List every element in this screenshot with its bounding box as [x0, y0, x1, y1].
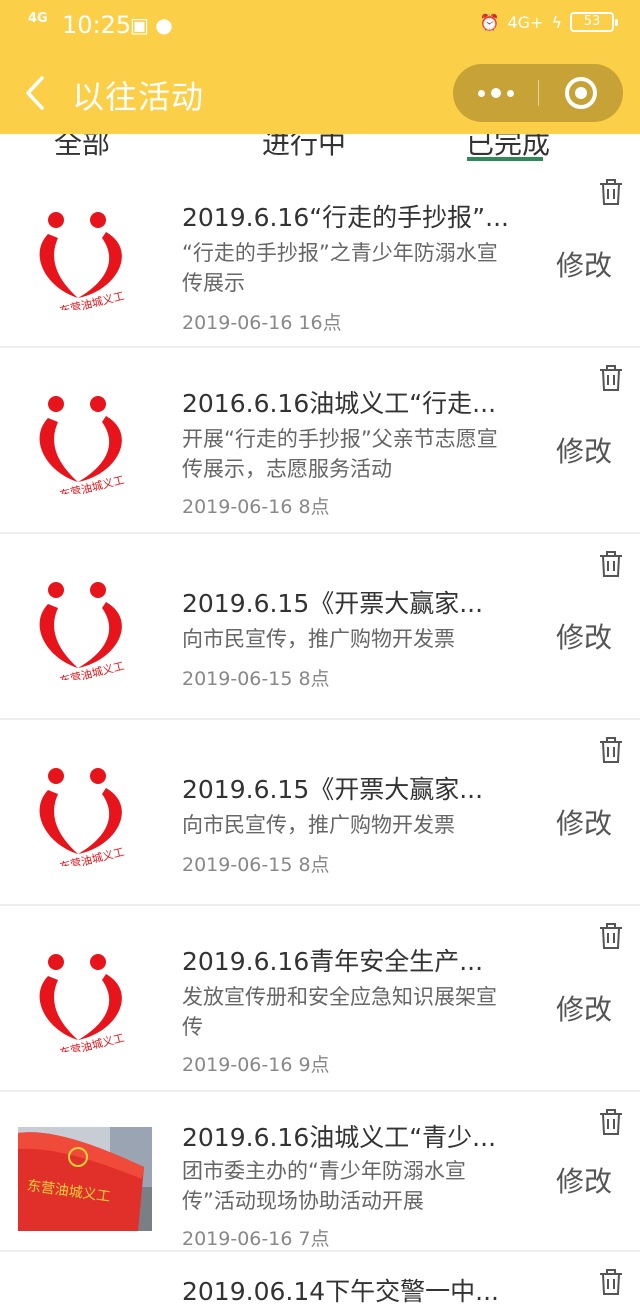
activity-list: 东营油城义工 2019.6.16“行走的手抄报”... “行走的手抄报”之青少年… [0, 162, 640, 1312]
page-title: 以往活动 [72, 78, 205, 116]
trash-icon [600, 737, 622, 763]
dot-icon [490, 88, 501, 98]
edit-button[interactable]: 修改 [556, 430, 612, 470]
activity-date: 2019-06-16 16点 [182, 312, 342, 334]
activity-title: 2019.6.15《开票大赢家... [182, 589, 484, 618]
activity-title: 2016.6.16油城义工“行走... [182, 389, 497, 418]
activity-item[interactable]: 东营油城义工 2019.6.16青年安全生产... 发放宣传册和安全应急知识展架… [0, 906, 640, 1092]
volunteer-logo: 东营油城义工 [18, 384, 152, 494]
trash-icon [600, 551, 622, 577]
trash-icon [600, 1269, 622, 1295]
activity-desc: 发放宣传册和安全应急知识展架宣传 [182, 985, 497, 1039]
volunteer-logo: 东营油城义工 [18, 756, 152, 866]
alarm-icon: ⏰ [479, 12, 500, 32]
trash-icon [600, 1109, 622, 1135]
status-right: ⏰ 4G+ ϟ 53 [479, 12, 618, 32]
dot-icon [477, 89, 485, 97]
volunteer-logo: 东营油城义工 [18, 200, 152, 310]
delete-button[interactable] [598, 364, 624, 392]
activity-date: 2019-06-15 8点 [182, 854, 330, 876]
edit-button[interactable]: 修改 [556, 802, 612, 842]
edit-button[interactable]: 修改 [556, 1160, 612, 1200]
status-bar: 4G 10:25 ▣ ● ⏰ 4G+ ϟ 53 [0, 0, 640, 52]
delete-button[interactable] [598, 178, 624, 206]
delete-button[interactable] [598, 550, 624, 578]
activity-photo: 东营油城义工 [18, 1124, 152, 1231]
edit-button[interactable]: 修改 [556, 616, 612, 656]
activity-date: 2019-06-16 9点 [182, 1054, 330, 1076]
activity-item[interactable]: 东营油城义工 2019.6.16“行走的手抄报”... “行走的手抄报”之青少年… [0, 162, 640, 348]
status-time: 10:25 [62, 11, 132, 39]
trash-icon [600, 923, 622, 949]
header: 4G 10:25 ▣ ● ⏰ 4G+ ϟ 53 以往活动 [0, 0, 640, 134]
capsule-divider [538, 80, 539, 106]
activity-date: 2019-06-16 8点 [182, 496, 330, 518]
volunteer-logo: 东营油城义工 [18, 942, 152, 1052]
activity-title: 2019.06.14下午交警一中... [182, 1277, 499, 1306]
miniprogram-capsule [453, 64, 623, 122]
activity-desc: 开展“行走的手抄报”父亲节志愿宣传展示，志愿服务活动 [182, 427, 498, 481]
dot-icon [506, 89, 514, 97]
tab-active-indicator [467, 157, 543, 161]
close-miniprogram-button[interactable] [565, 77, 597, 109]
volunteer-logo: 东营油城义工 [18, 570, 152, 680]
activity-title: 2019.6.15《开票大赢家... [182, 775, 484, 804]
chevron-left-icon [26, 76, 44, 110]
activity-date: 2019-06-16 7点 [182, 1228, 330, 1250]
delete-button[interactable] [598, 922, 624, 950]
activity-item[interactable]: 东营油城义工 2016.6.16油城义工“行走... 开展“行走的手抄报”父亲节… [0, 348, 640, 534]
activity-title: 2019.6.16青年安全生产... [182, 947, 484, 976]
delete-button[interactable] [598, 736, 624, 764]
delete-button[interactable] [598, 1108, 624, 1136]
edit-button[interactable]: 修改 [556, 244, 612, 284]
activity-desc: 团市委主办的“青少年防溺水宣传”活动现场协助活动开展 [182, 1159, 466, 1213]
more-menu-button[interactable] [453, 64, 538, 122]
activity-item[interactable]: 东营油城义工 2019.6.15《开票大赢家... 向市民宣传，推广购物开发票 … [0, 720, 640, 906]
activity-item[interactable]: 东营油城义工 2019.6.16油城义工“青少... 团市委主办的“青少年防溺水… [0, 1092, 640, 1252]
signal-indicator: 4G [28, 11, 48, 26]
activity-date: 2019-06-15 8点 [182, 668, 330, 690]
activity-title: 2019.6.16油城义工“青少... [182, 1123, 497, 1152]
trash-icon [600, 179, 622, 205]
edit-button[interactable]: 修改 [556, 988, 612, 1028]
charging-icon: ϟ [551, 12, 562, 32]
back-button[interactable] [22, 74, 48, 112]
battery-icon: 53 [570, 12, 618, 32]
network-type: 4G+ [507, 12, 544, 32]
activity-item[interactable]: 2019.06.14下午交警一中... [0, 1252, 640, 1312]
notification-icons: ▣ ● [130, 13, 173, 37]
activity-title: 2019.6.16“行走的手抄报”... [182, 203, 509, 232]
activity-desc: 向市民宣传，推广购物开发票 [182, 813, 455, 837]
activity-item[interactable]: 东营油城义工 2019.6.15《开票大赢家... 向市民宣传，推广购物开发票 … [0, 534, 640, 720]
activity-desc: “行走的手抄报”之青少年防溺水宣传展示 [182, 241, 498, 295]
trash-icon [600, 365, 622, 391]
delete-button[interactable] [598, 1268, 624, 1296]
activity-desc: 向市民宣传，推广购物开发票 [182, 627, 455, 651]
